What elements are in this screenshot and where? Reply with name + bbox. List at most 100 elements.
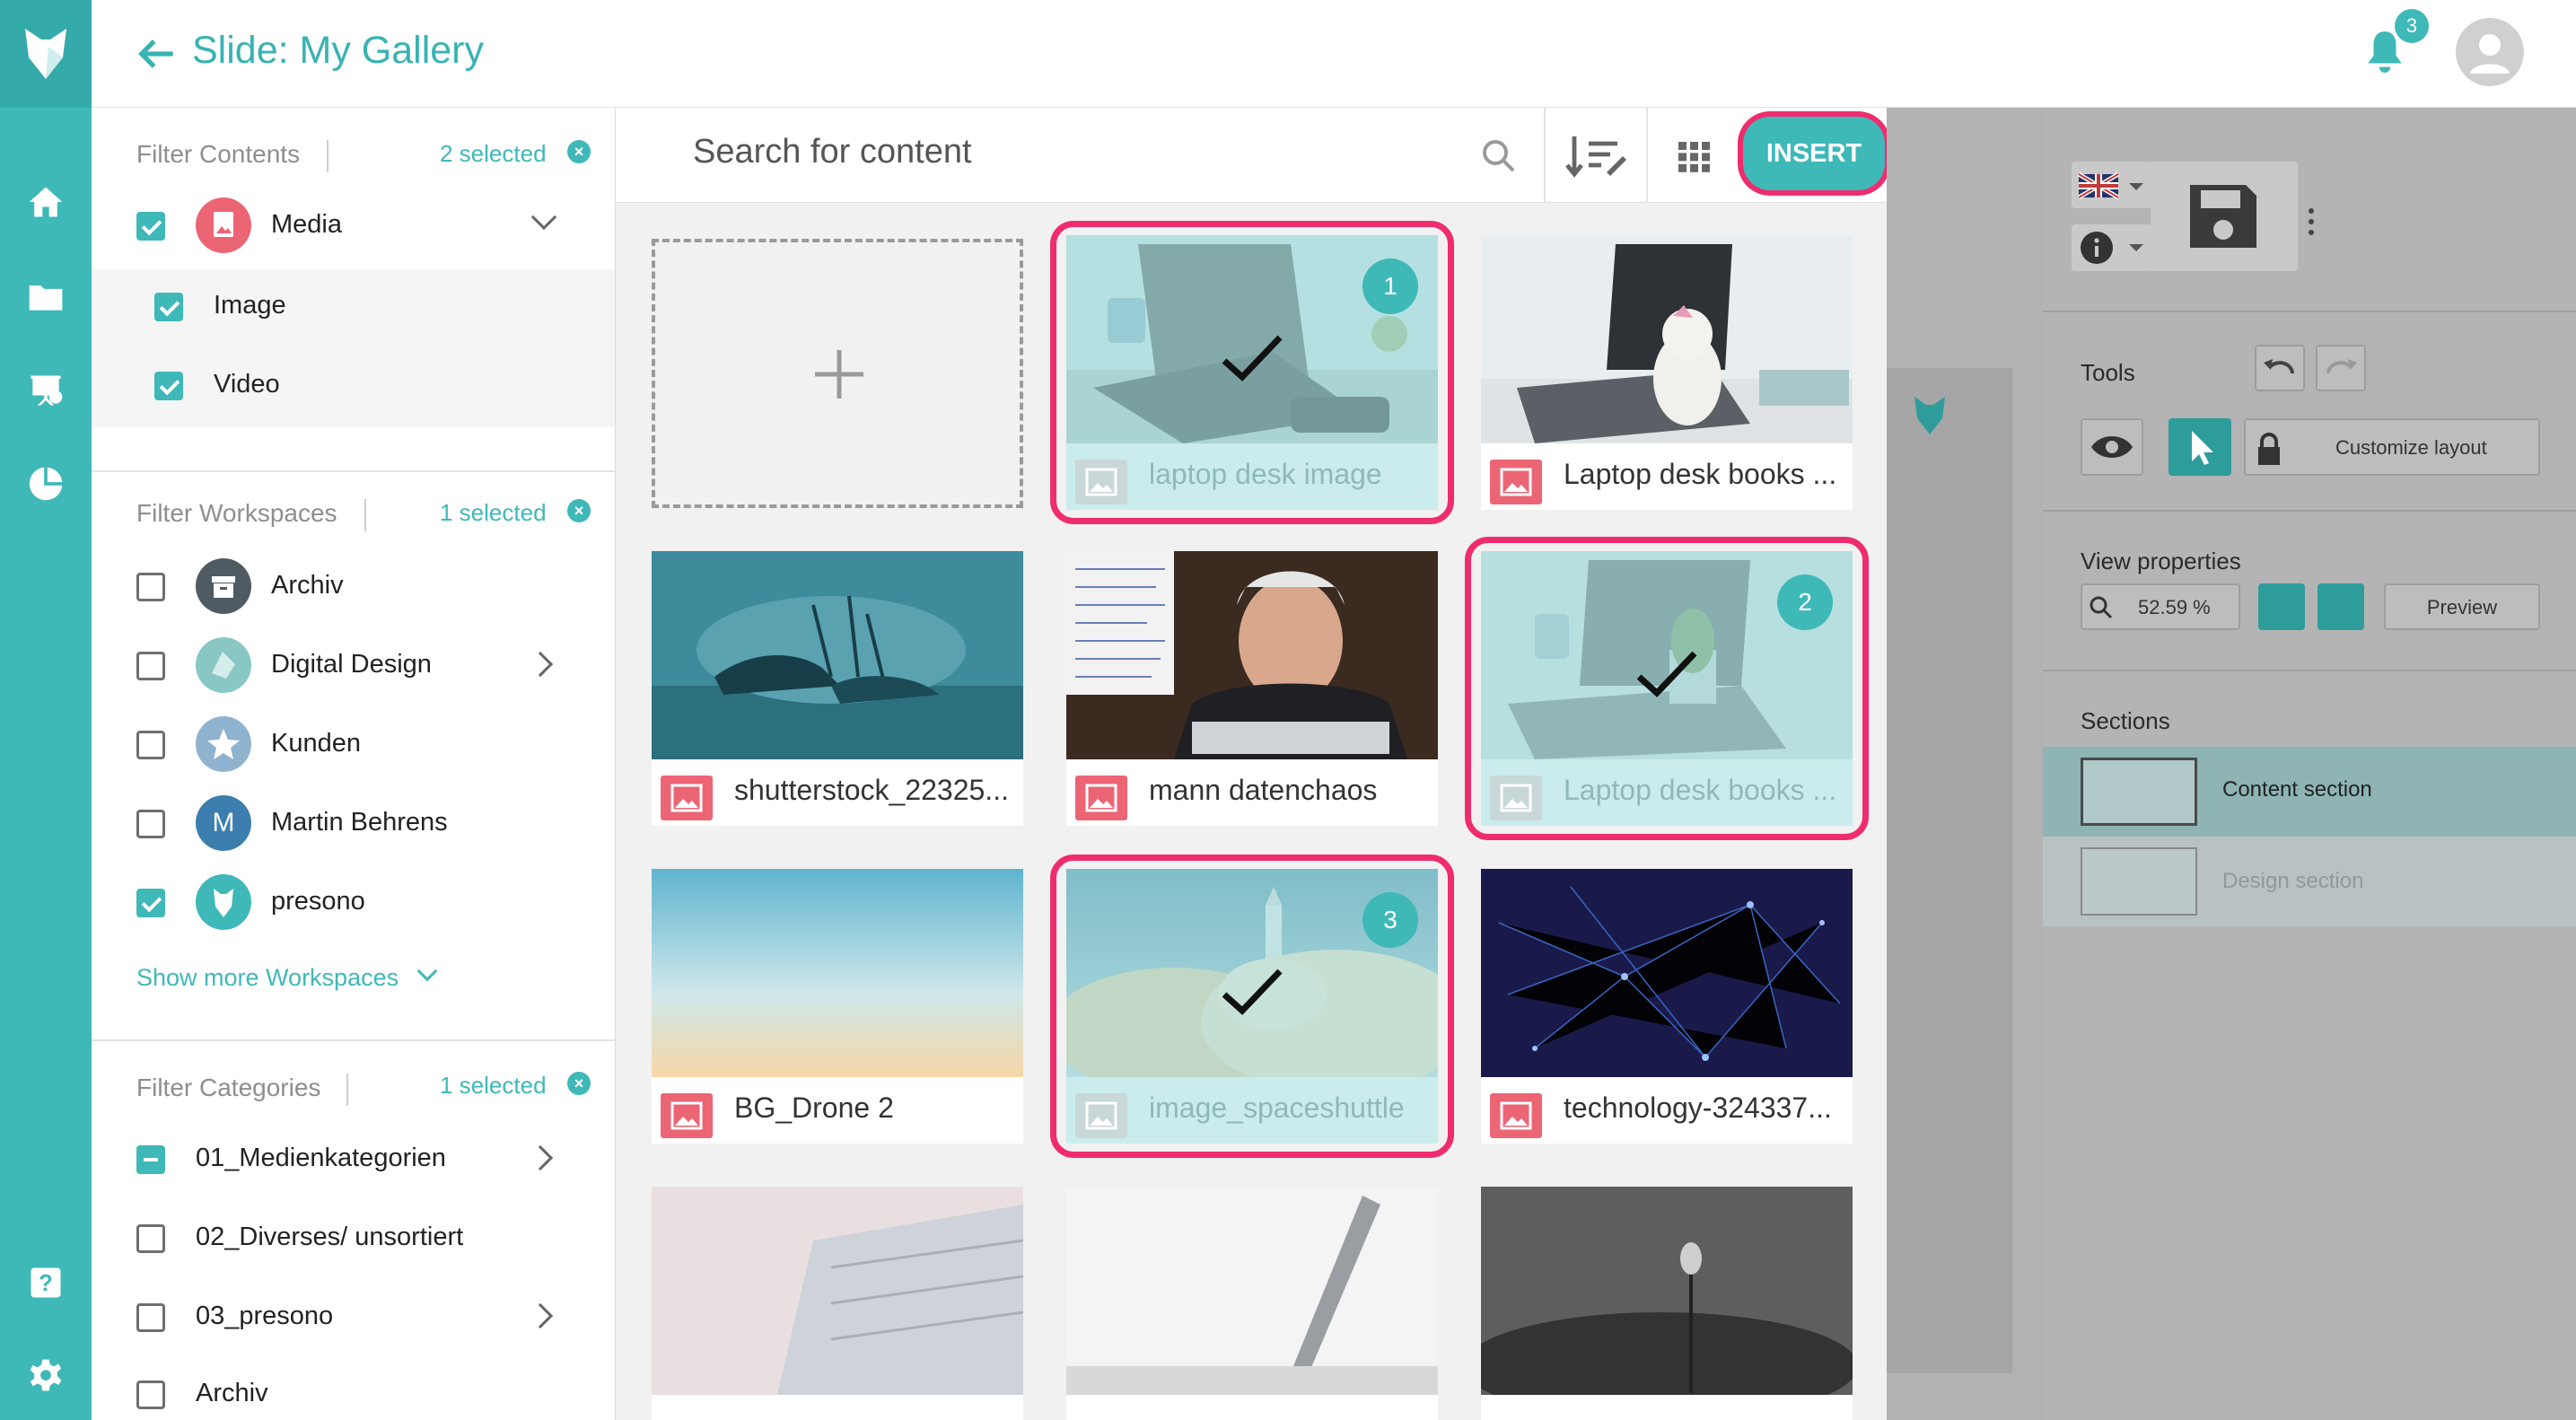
content-tile[interactable]: Laptop desk books ... 2 <box>1465 537 1869 840</box>
workspace-kunden-checkbox[interactable] <box>136 731 165 759</box>
divider <box>2043 670 2576 671</box>
save-button[interactable] <box>2151 162 2298 271</box>
properties-panel: Tools Customize layout View properties 5… <box>2043 108 2576 1420</box>
tile-thumbnail <box>1481 1187 1853 1395</box>
workspace-item-kunden[interactable]: Kunden <box>271 729 361 758</box>
slide-editor-background: Tools Customize layout View properties 5… <box>1887 108 2576 1420</box>
tile-thumbnail <box>652 869 1023 1077</box>
category-medienkategorien-checkbox[interactable] <box>136 1145 165 1174</box>
customize-layout-button[interactable]: Customize layout <box>2244 418 2540 476</box>
chevron-right-icon[interactable] <box>527 1144 554 1171</box>
category-item-archiv[interactable]: Archiv <box>196 1379 268 1408</box>
workspace-digital-design-checkbox[interactable] <box>136 652 165 680</box>
grid-view-icon[interactable] <box>1678 142 1711 172</box>
category-archiv-checkbox[interactable] <box>136 1381 165 1409</box>
category-presono-checkbox[interactable] <box>136 1303 165 1332</box>
image-checkbox[interactable] <box>154 293 183 321</box>
image-type-icon <box>1490 1093 1542 1138</box>
video-checkbox[interactable] <box>154 372 183 400</box>
clear-workspaces-filter-icon[interactable]: × <box>567 499 591 522</box>
section-item-content[interactable]: Content section <box>2043 747 2576 837</box>
clear-contents-filter-icon[interactable]: × <box>567 140 591 163</box>
workspace-item-archiv[interactable]: Archiv <box>271 571 344 600</box>
chevron-right-icon[interactable] <box>527 1302 554 1329</box>
content-tile[interactable] <box>652 1187 1023 1420</box>
info-select[interactable] <box>2072 224 2152 271</box>
category-item-diverses[interactable]: 02_Diverses/ unsortiert <box>196 1223 463 1252</box>
folder-icon[interactable] <box>23 275 68 320</box>
zoom-value: 52.59 % <box>2138 596 2211 618</box>
filter-item-video[interactable]: Video <box>214 370 280 399</box>
section-label: Design section <box>2222 869 2364 893</box>
clear-categories-filter-icon[interactable]: × <box>567 1072 591 1095</box>
workspace-martin-behrens-checkbox[interactable] <box>136 810 165 838</box>
content-tile[interactable]: BG_Drone 2 <box>652 869 1023 1144</box>
reset-view-icon[interactable] <box>2318 583 2364 630</box>
chevron-down-icon[interactable] <box>416 960 438 982</box>
workspace-item-martin-behrens[interactable]: Martin Behrens <box>271 808 448 837</box>
fox-logo-icon <box>25 29 66 79</box>
selection-highlight-ring <box>1465 537 1869 840</box>
content-tile[interactable]: technology-324337... <box>1481 869 1853 1144</box>
select-cursor-icon[interactable] <box>2169 418 2231 476</box>
divider <box>92 470 615 472</box>
user-avatar[interactable] <box>2456 18 2524 86</box>
content-tile[interactable]: laptop desk image 1 <box>1050 221 1454 524</box>
section-item-design[interactable]: Design section <box>2043 837 2576 926</box>
sort-icon[interactable] <box>1564 129 1632 181</box>
workspace-item-digital-design[interactable]: Digital Design <box>271 650 432 679</box>
content-tile[interactable] <box>1066 1187 1438 1420</box>
filter-workspaces-selected-count: 1 selected <box>440 499 547 526</box>
media-checkbox[interactable] <box>136 212 165 241</box>
workspace-item-presono[interactable]: presono <box>271 887 365 916</box>
category-diverses-checkbox[interactable] <box>136 1224 165 1253</box>
image-type-icon <box>661 776 713 820</box>
presentation-icon[interactable] <box>23 368 68 413</box>
preview-eye-icon[interactable] <box>2081 418 2143 476</box>
insert-button[interactable]: INSERT <box>1743 117 1885 190</box>
help-icon[interactable]: ? <box>23 1260 68 1305</box>
category-item-presono[interactable]: 03_presono <box>196 1302 333 1331</box>
workspace-presono-checkbox[interactable] <box>136 889 165 917</box>
martin-behrens-initial-avatar: M <box>196 795 251 851</box>
preview-button[interactable]: Preview <box>2384 583 2540 630</box>
search-icon[interactable] <box>1477 135 1520 178</box>
back-arrow-icon[interactable] <box>131 29 181 79</box>
filter-item-image[interactable]: Image <box>214 291 286 320</box>
search-input[interactable]: Search for content <box>693 133 972 171</box>
divider <box>1646 108 1648 203</box>
svg-text:?: ? <box>39 1271 53 1296</box>
show-more-workspaces-link[interactable]: Show more Workspaces <box>136 964 399 992</box>
content-tile[interactable]: mann datenchaos <box>1066 551 1438 826</box>
content-tile[interactable] <box>1481 1187 1853 1420</box>
workspace-archiv-checkbox[interactable] <box>136 573 165 601</box>
settings-gear-icon[interactable] <box>23 1354 68 1398</box>
fit-to-screen-icon[interactable] <box>2258 583 2305 630</box>
analytics-icon[interactable] <box>23 461 68 506</box>
chevron-down-icon[interactable] <box>530 204 557 231</box>
tile-thumbnail <box>652 551 1023 759</box>
add-content-tile[interactable] <box>652 239 1023 508</box>
home-icon[interactable] <box>23 180 68 224</box>
redo-icon[interactable] <box>2316 345 2366 391</box>
divider <box>346 1074 348 1106</box>
category-item-medienkategorien[interactable]: 01_Medienkategorien <box>196 1144 446 1173</box>
user-silhouette-icon <box>2470 34 2510 74</box>
undo-icon[interactable] <box>2255 345 2305 391</box>
divider <box>327 140 329 172</box>
language-select[interactable] <box>2072 162 2152 208</box>
content-tile[interactable]: image_spaceshuttle 3 <box>1050 855 1454 1158</box>
app-logo[interactable] <box>0 0 92 108</box>
section-thumbnail <box>2081 758 2197 826</box>
content-tile[interactable]: Laptop desk books ... <box>1481 235 1853 510</box>
zoom-input[interactable]: 52.59 % <box>2081 583 2240 630</box>
filter-item-media[interactable]: Media <box>271 210 342 240</box>
lock-icon <box>2258 433 2280 465</box>
top-header: Slide: My Gallery 3 <box>92 0 2576 108</box>
content-tile[interactable]: shutterstock_22325... <box>652 551 1023 826</box>
more-options-icon[interactable] <box>2309 208 2314 235</box>
tile-thumbnail <box>1481 235 1853 443</box>
page-title: Slide: My Gallery <box>192 29 484 72</box>
star-icon <box>196 716 251 772</box>
chevron-right-icon[interactable] <box>527 651 554 678</box>
